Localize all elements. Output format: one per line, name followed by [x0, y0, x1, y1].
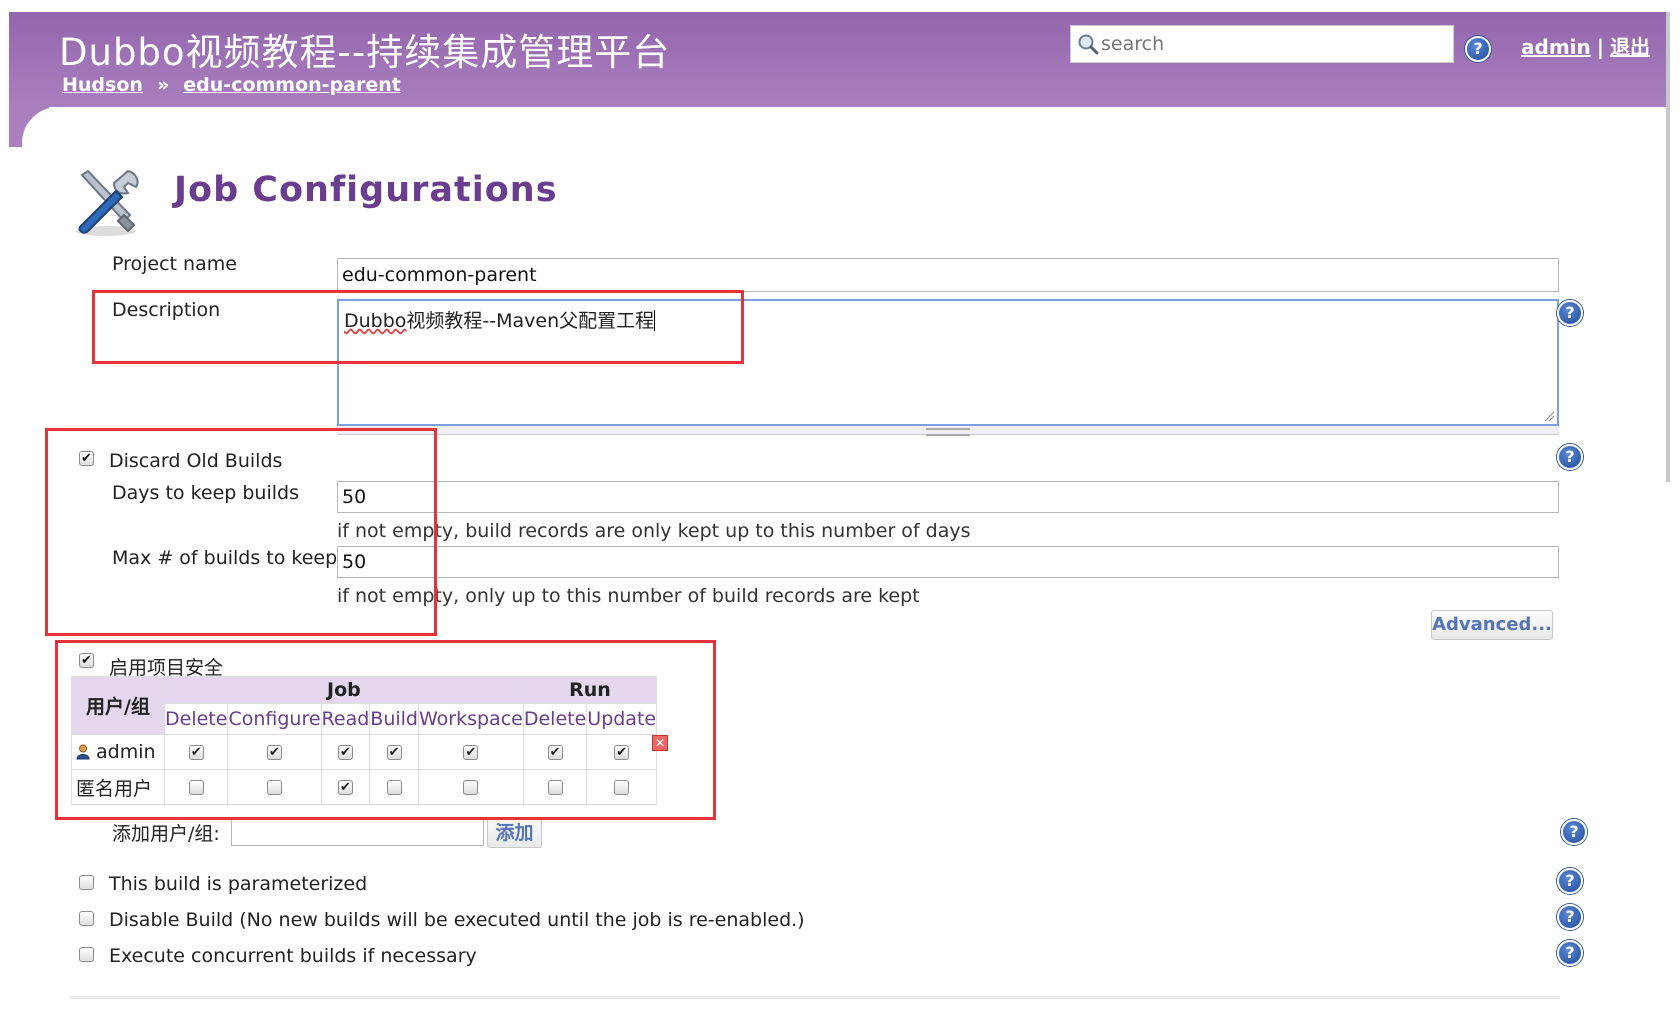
search-box[interactable]	[1070, 25, 1454, 63]
header-help-icon[interactable]: ?	[1465, 36, 1491, 62]
concurrent-builds-label: Execute concurrent builds if necessary	[109, 945, 477, 967]
discard-help-icon[interactable]: ?	[1557, 444, 1583, 470]
annotation-box-description	[92, 290, 744, 364]
tools-icon	[76, 169, 139, 236]
user-links-separator: |	[1596, 35, 1605, 59]
breadcrumb-hudson[interactable]: Hudson	[62, 74, 143, 96]
resize-handle-icon[interactable]	[1543, 410, 1555, 422]
description-help-icon[interactable]: ?	[1557, 300, 1583, 326]
logout-link[interactable]: 退出	[1610, 35, 1650, 59]
disable-build-label: Disable Build (No new builds will be exe…	[109, 909, 805, 931]
breadcrumb: Hudson » edu-common-parent	[62, 74, 401, 96]
app-title: Dubbo视频教程--持续集成管理平台	[59, 31, 671, 74]
bottom-divider	[70, 996, 1560, 999]
user-link-admin[interactable]: admin	[1521, 35, 1591, 59]
scrollbar[interactable]	[1666, 12, 1670, 482]
max-builds-input[interactable]	[337, 546, 1559, 578]
app-window: Dubbo视频教程--持续集成管理平台 Hudson » edu-common-…	[0, 0, 1680, 1026]
annotation-box-discard	[45, 428, 437, 636]
disable-build-checkbox[interactable]	[79, 911, 94, 926]
parameterized-checkbox[interactable]	[79, 875, 94, 890]
breadcrumb-separator: »	[156, 74, 170, 96]
disable-build-help-icon[interactable]: ?	[1557, 904, 1583, 930]
days-to-keep-input[interactable]	[337, 481, 1559, 513]
search-input[interactable]	[1101, 30, 1446, 58]
concurrent-help-icon[interactable]: ?	[1557, 940, 1583, 966]
parameterized-label: This build is parameterized	[109, 873, 368, 895]
magnifier-icon	[1078, 34, 1099, 55]
advanced-button[interactable]: Advanced...	[1431, 610, 1553, 640]
concurrent-builds-checkbox[interactable]	[79, 947, 94, 962]
breadcrumb-project[interactable]: edu-common-parent	[183, 74, 401, 96]
parameterized-help-icon[interactable]: ?	[1557, 868, 1583, 894]
add-user-input[interactable]	[231, 818, 484, 846]
security-help-icon[interactable]: ?	[1561, 819, 1587, 845]
add-user-label: 添加用户/组:	[112, 823, 220, 845]
page-title: Job Configurations	[174, 170, 558, 210]
user-links: admin | 退出	[1521, 31, 1650, 60]
header-bar: Dubbo视频教程--持续集成管理平台 Hudson » edu-common-…	[9, 12, 1667, 107]
grip-icon[interactable]	[926, 428, 970, 436]
add-user-button[interactable]: 添加	[487, 818, 542, 848]
project-name-input[interactable]	[337, 258, 1559, 292]
project-name-label: Project name	[112, 253, 237, 275]
top-border	[0, 0, 1680, 12]
annotation-box-security	[55, 640, 716, 820]
